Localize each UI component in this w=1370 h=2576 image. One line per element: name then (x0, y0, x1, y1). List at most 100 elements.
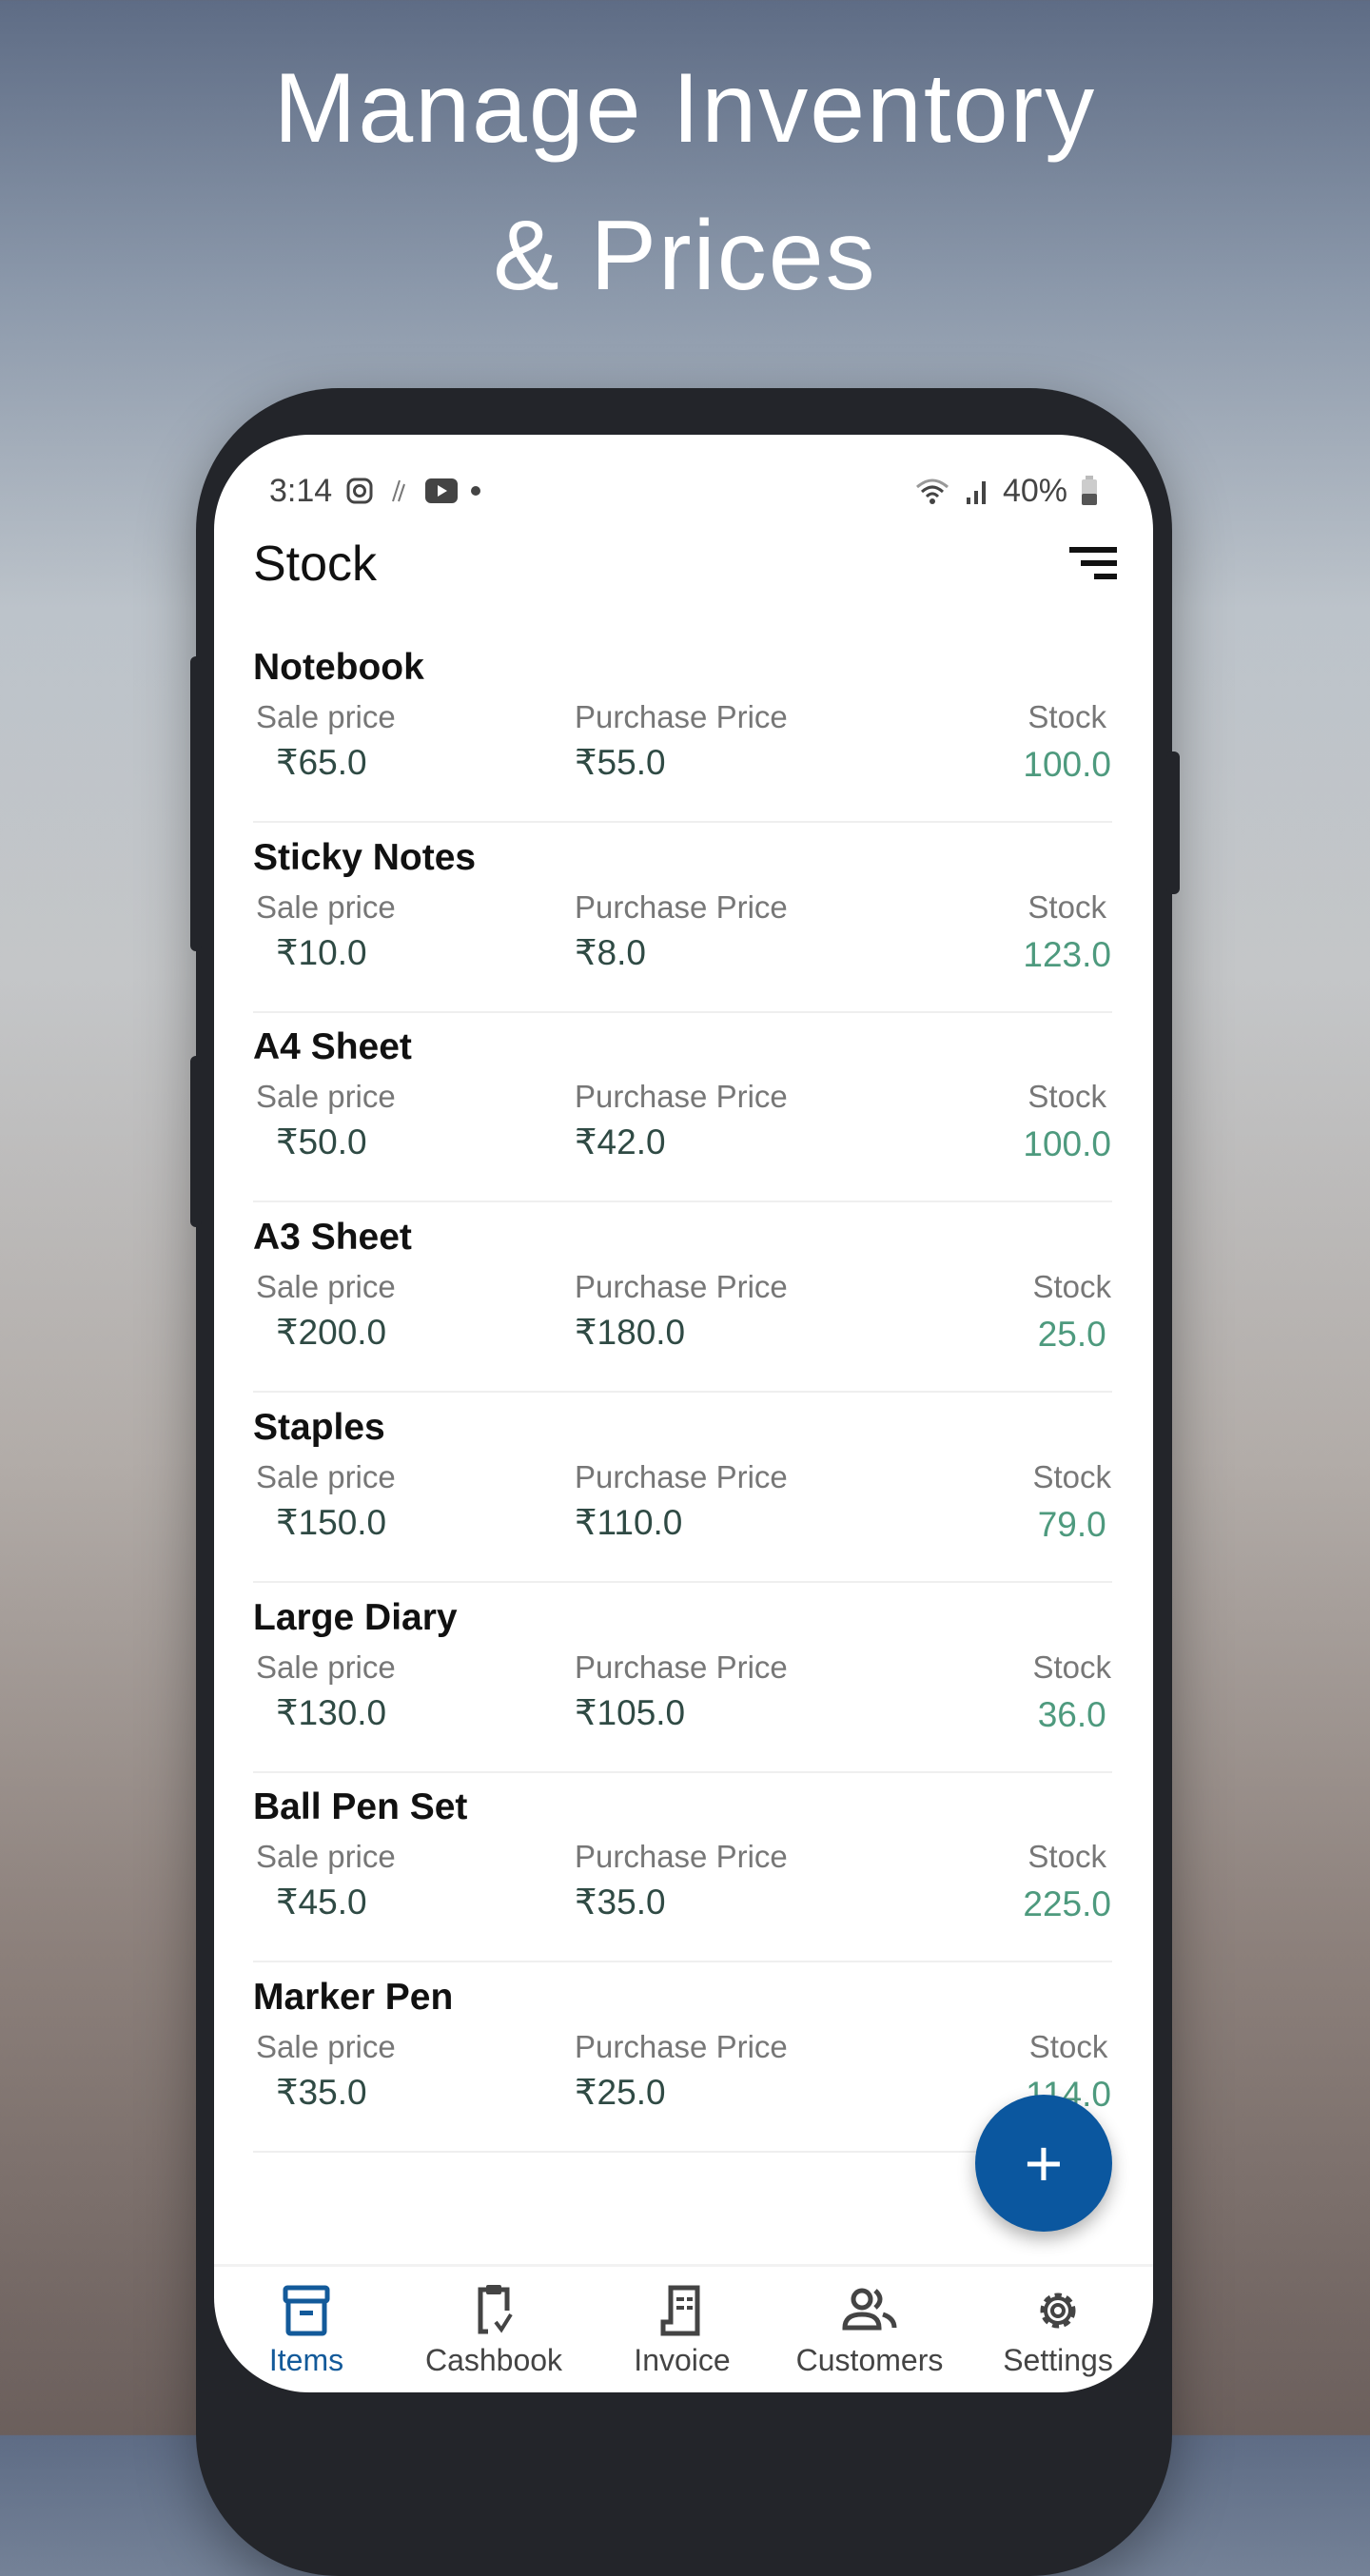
clipboard-check-icon (478, 2285, 513, 2334)
sale-price-value: ₹65.0 (276, 743, 367, 782)
divider (253, 1391, 1112, 1394)
purchase-price-label: Purchase Price (575, 1839, 788, 1875)
sale-price-label: Sale price (256, 1079, 396, 1115)
sale-price-value: ₹45.0 (276, 1883, 367, 1922)
purchase-price-value: ₹35.0 (575, 1883, 666, 1922)
nav-customers[interactable]: Customers (779, 2284, 960, 2378)
item-name: Sticky Notes (253, 836, 477, 878)
purchase-price-value: ₹105.0 (575, 1692, 686, 1732)
stock-item[interactable]: A4 Sheet Sale price ₹50.0 Purchase Price… (253, 1026, 1143, 1217)
divider (253, 1961, 1112, 1963)
gear-icon (1040, 2293, 1076, 2329)
purchase-price-value: ₹42.0 (575, 1122, 666, 1162)
stock-item[interactable]: Ball Pen Set Sale price ₹45.0 Purchase P… (253, 1786, 1143, 1977)
item-name: A4 Sheet (253, 1026, 412, 1068)
youtube-icon (425, 478, 459, 503)
add-item-button[interactable]: + (975, 2095, 1112, 2232)
status-time: 3:14 (269, 472, 333, 509)
sale-price-value: ₹50.0 (276, 1122, 367, 1162)
stock-label: Stock (1028, 1079, 1106, 1115)
sale-price-label: Sale price (256, 1649, 396, 1685)
bottom-nav: Items Cashbook Invoice Customers Setting… (214, 2264, 1153, 2392)
purchase-price-label: Purchase Price (575, 1269, 788, 1305)
nav-items[interactable]: Items (216, 2284, 397, 2378)
divider (253, 1770, 1112, 1773)
power-button (1166, 751, 1180, 894)
stock-column: Stock 36.0 (1032, 1649, 1111, 1735)
stock-value: 123.0 (1023, 934, 1111, 974)
purchase-price-value: ₹8.0 (575, 932, 646, 972)
purchase-price-label: Purchase Price (575, 1649, 788, 1685)
nav-label: Invoice (634, 2343, 731, 2377)
purchase-price-label: Purchase Price (575, 1079, 788, 1115)
stock-column: Stock 79.0 (1032, 1459, 1111, 1545)
stock-label: Stock (1028, 1839, 1106, 1875)
purchase-price-value: ₹180.0 (575, 1313, 686, 1353)
sale-price-label: Sale price (256, 1839, 396, 1875)
stock-column: Stock 100.0 (1023, 1079, 1111, 1164)
instagram-icon (346, 478, 373, 504)
sort-icon[interactable] (1069, 547, 1117, 581)
purchase-price-label: Purchase Price (575, 699, 788, 734)
stock-value: 36.0 (1037, 1694, 1106, 1734)
sale-price-value: ₹150.0 (276, 1502, 387, 1542)
status-bar: 3:14 40% (269, 467, 1098, 515)
volume-button (190, 656, 202, 951)
users-icon (842, 2288, 897, 2331)
page-title: Stock (253, 537, 378, 592)
nav-invoice[interactable]: Invoice (592, 2284, 773, 2378)
stock-column: Stock 123.0 (1023, 889, 1111, 975)
stock-label: Stock (1028, 2028, 1108, 2064)
stock-column: Stock 100.0 (1023, 699, 1111, 785)
stock-value: 100.0 (1023, 1124, 1111, 1164)
item-name: Staples (253, 1406, 385, 1448)
stock-label: Stock (1028, 888, 1106, 925)
divider (253, 1580, 1112, 1583)
phone-screen: 3:14 40% Stock Notebook Sale price ₹65.0… (214, 435, 1153, 2392)
stock-item[interactable]: Large Diary Sale price ₹130.0 Purchase P… (253, 1597, 1143, 1787)
receipt-icon (660, 2285, 700, 2336)
item-name: A3 Sheet (253, 1217, 412, 1259)
stock-value: 225.0 (1023, 1884, 1111, 1924)
nav-label: Cashbook (424, 2343, 563, 2377)
sale-price-label: Sale price (256, 1458, 396, 1494)
stock-label: Stock (1028, 699, 1106, 734)
item-name: Large Diary (253, 1596, 458, 1638)
item-name: Marker Pen (253, 1976, 454, 2018)
divider (253, 1010, 1112, 1013)
purchase-price-value: ₹110.0 (575, 1502, 683, 1542)
purchase-price-value: ₹55.0 (575, 743, 666, 782)
sale-price-label: Sale price (256, 1269, 396, 1305)
stock-item[interactable]: Sticky Notes Sale price ₹10.0 Purchase P… (253, 837, 1143, 1027)
stock-value: 100.0 (1023, 745, 1111, 784)
item-name: Notebook (253, 647, 424, 688)
stock-label: Stock (1032, 1649, 1111, 1685)
stock-value: 79.0 (1037, 1504, 1106, 1544)
stock-item[interactable]: Notebook Sale price ₹65.0 Purchase Price… (253, 647, 1143, 837)
battery-percent: 40% (1002, 472, 1067, 509)
stock-value: 25.0 (1037, 1315, 1106, 1355)
bixby-button (190, 1056, 202, 1227)
sale-price-value: ₹35.0 (276, 2072, 367, 2112)
stock-item[interactable]: A3 Sheet Sale price ₹200.0 Purchase Pric… (253, 1217, 1143, 1407)
stock-label: Stock (1032, 1269, 1111, 1305)
sale-price-value: ₹10.0 (276, 932, 367, 972)
dot-icon (471, 486, 481, 496)
nav-settings[interactable]: Settings (968, 2284, 1148, 2378)
archive-box-icon (283, 2285, 330, 2336)
sale-price-label: Sale price (256, 888, 396, 925)
stock-item[interactable]: Staples Sale price ₹150.0 Purchase Price… (253, 1407, 1143, 1597)
headline-line2: & Prices (493, 201, 877, 311)
nav-label: Customers (795, 2343, 944, 2377)
divider (253, 821, 1112, 823)
purchase-price-label: Purchase Price (575, 888, 788, 925)
nav-label: Items (268, 2343, 344, 2377)
wifi-icon (915, 478, 949, 504)
divider (253, 1200, 1112, 1203)
sale-price-label: Sale price (256, 699, 396, 734)
stock-column: Stock 225.0 (1023, 1839, 1111, 1924)
signal-icon (966, 481, 986, 504)
stock-column: Stock 25.0 (1032, 1269, 1111, 1355)
nav-cashbook[interactable]: Cashbook (403, 2284, 584, 2378)
sale-price-value: ₹200.0 (276, 1313, 387, 1353)
